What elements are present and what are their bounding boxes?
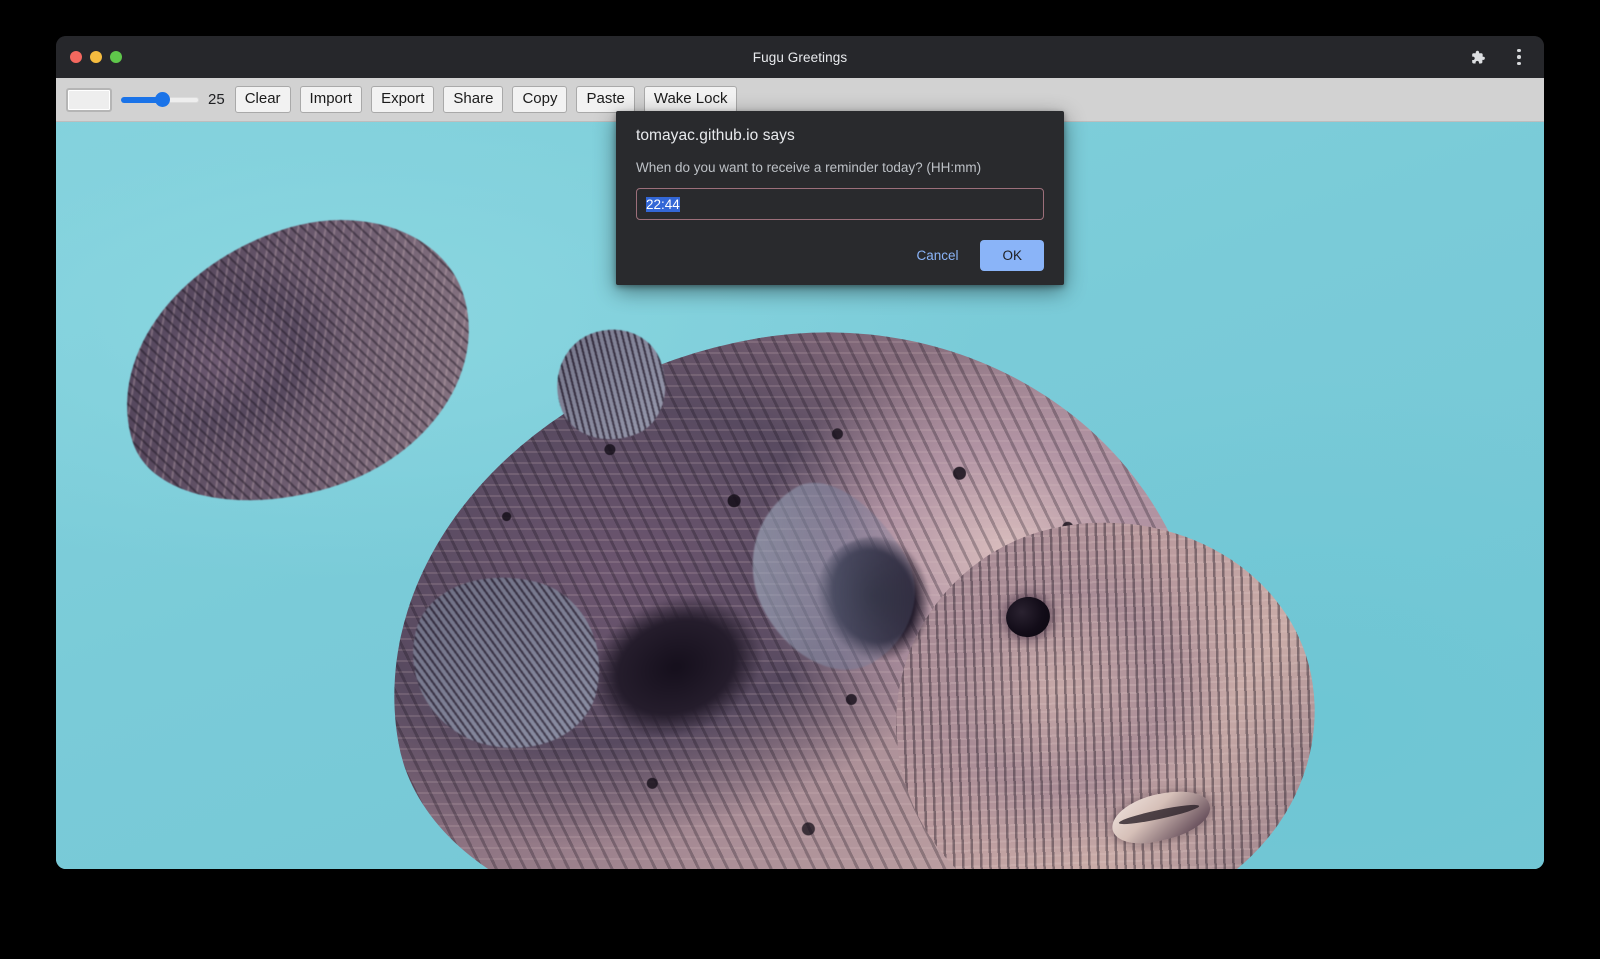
line-width-slider[interactable]: [121, 89, 199, 111]
traffic-lights: [70, 51, 122, 63]
kebab-menu-icon[interactable]: [1508, 46, 1530, 68]
share-button[interactable]: Share: [443, 86, 503, 113]
title-bar: Fugu Greetings: [56, 36, 1544, 78]
copy-button[interactable]: Copy: [512, 86, 567, 113]
window-title: Fugu Greetings: [56, 50, 1544, 65]
cancel-button[interactable]: Cancel: [902, 240, 972, 271]
close-window-button[interactable]: [70, 51, 82, 63]
dialog-actions: Cancel OK: [636, 240, 1044, 271]
javascript-prompt-dialog: tomayac.github.io says When do you want …: [616, 111, 1064, 285]
browser-window: Fugu Greetings 25 Clear Import Export Sh…: [56, 36, 1544, 869]
dialog-origin-label: tomayac.github.io says: [636, 127, 1044, 145]
wake-lock-button[interactable]: Wake Lock: [644, 86, 738, 113]
dialog-message-text: When do you want to receive a reminder t…: [636, 159, 1044, 177]
ok-button[interactable]: OK: [980, 240, 1044, 271]
reminder-time-input[interactable]: [636, 188, 1044, 220]
maximize-window-button[interactable]: [110, 51, 122, 63]
slider-value-label: 25: [208, 91, 225, 108]
import-button[interactable]: Import: [300, 86, 363, 113]
puzzle-piece-icon[interactable]: [1466, 46, 1488, 68]
slider-thumb[interactable]: [155, 92, 170, 107]
color-picker-swatch[interactable]: [66, 88, 112, 112]
paste-button[interactable]: Paste: [576, 86, 634, 113]
export-button[interactable]: Export: [371, 86, 434, 113]
title-bar-actions: [1466, 46, 1530, 68]
minimize-window-button[interactable]: [90, 51, 102, 63]
clear-button[interactable]: Clear: [235, 86, 291, 113]
